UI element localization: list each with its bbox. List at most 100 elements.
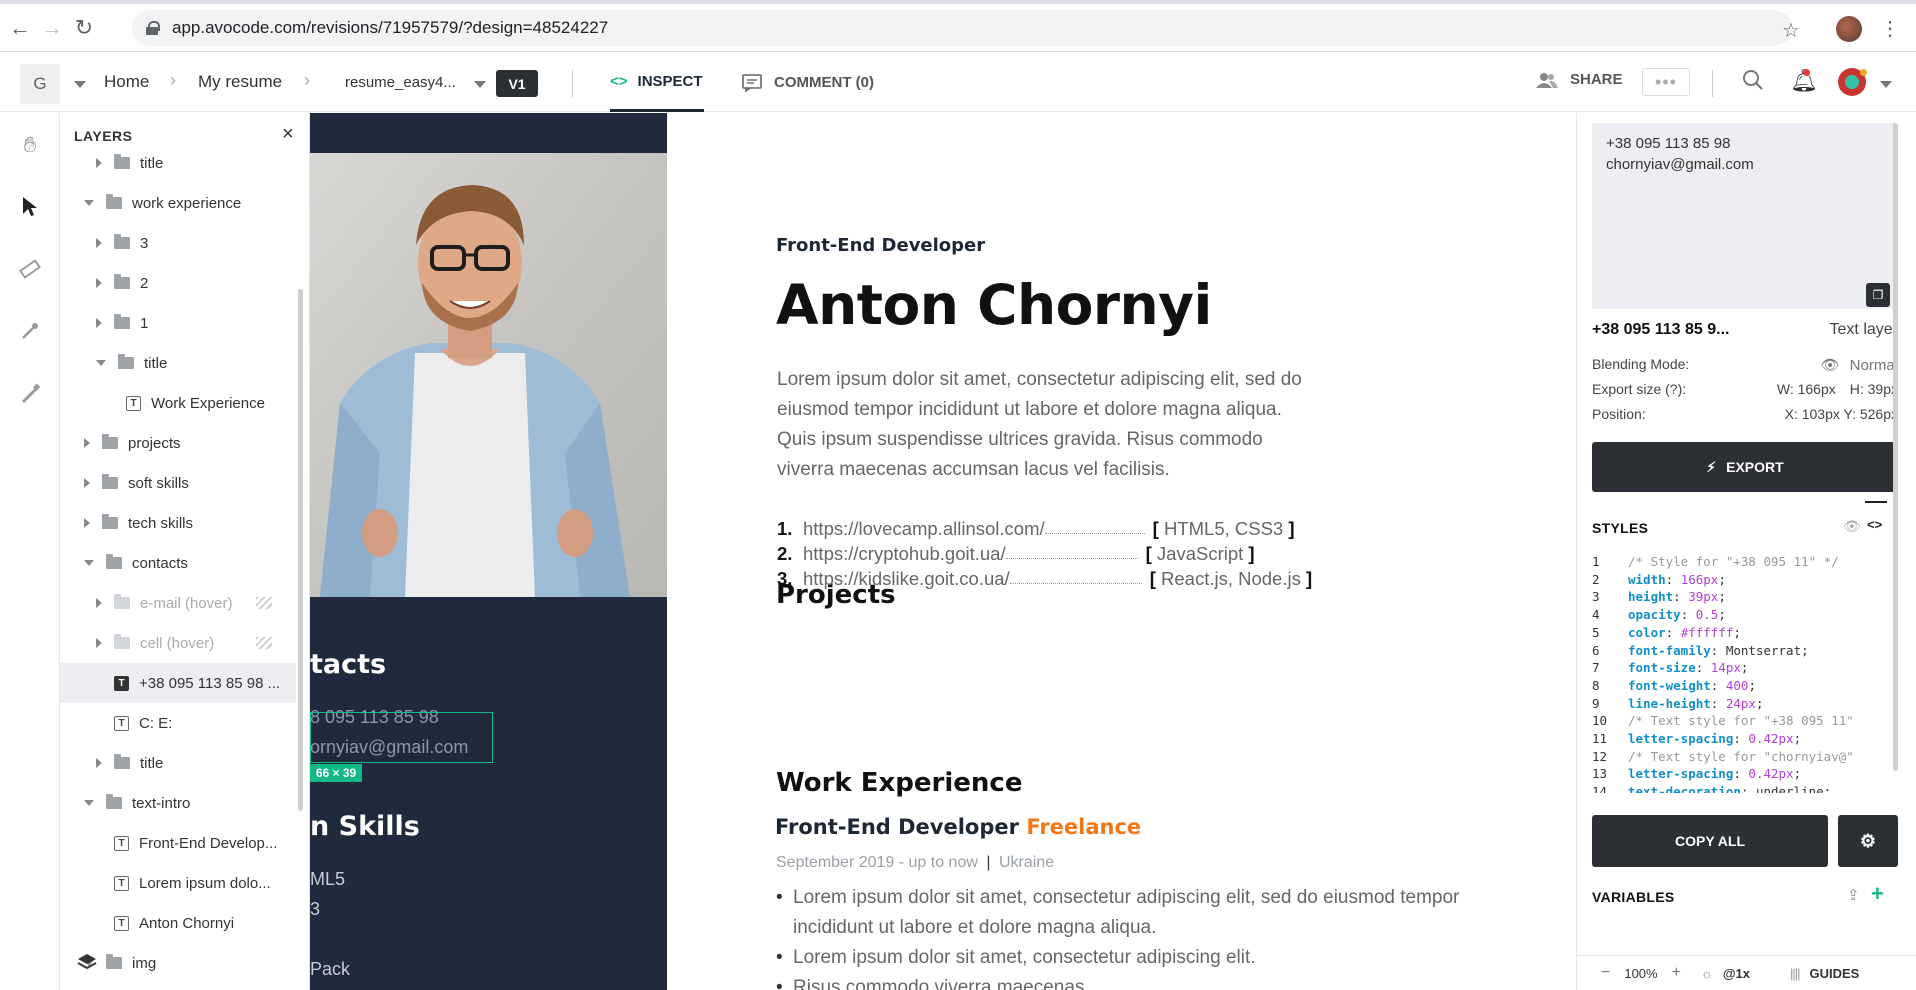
layer-item[interactable]: work experience [60,183,296,223]
ruler-icon[interactable] [14,253,46,285]
resume-intro[interactable]: Lorem ipsum dolor sit amet, consectetur … [777,365,1317,485]
tab-inspect[interactable]: <> INSPECT [610,53,704,112]
chevron-down-icon[interactable] [84,200,94,206]
address-bar[interactable]: app.avocode.com/revisions/71957579/?desi… [132,10,1792,46]
code-view-icon[interactable]: <> [1867,517,1882,532]
layer-item[interactable]: tech skills [60,503,296,543]
layers-scrollbar[interactable] [298,289,303,811]
resume-role[interactable]: Front-End Developer [776,235,985,256]
bookmark-star-icon[interactable]: ☆ [1782,18,1800,43]
chevron-right-icon[interactable] [84,478,90,488]
chevron-right-icon[interactable] [84,518,90,528]
chevron-right-icon[interactable] [96,318,102,328]
sidebar-contacts-heading[interactable]: tacts [310,649,386,680]
export-button[interactable]: ⚡︎ EXPORT [1592,442,1898,492]
hidden-layer-icon[interactable] [256,597,272,609]
breadcrumb-home[interactable]: Home [104,72,149,92]
sidebar-skill-item[interactable]: ML5 [310,869,345,890]
layer-item[interactable]: e-mail (hover) [60,583,296,623]
sidebar-skill-item[interactable]: 3 [310,899,320,920]
chevron-down-icon[interactable] [96,360,106,366]
copy-all-button[interactable]: COPY ALL [1592,815,1828,867]
layers-stack-icon[interactable] [76,951,98,973]
project-link[interactable]: https://lovecamp.allinsol.com/ [803,518,1045,540]
tab-comment[interactable]: COMMENT (0) [742,53,874,112]
job-bullet[interactable]: Lorem ipsum dolor sit amet, consectetur … [776,883,1536,943]
layer-item[interactable]: T Anton Chornyi [60,903,296,943]
chevron-right-icon[interactable] [96,638,102,648]
sidebar-skill-item[interactable]: Pack [310,959,350,980]
zoom-level[interactable]: 100% [1624,966,1657,981]
chevron-right-icon[interactable] [96,278,102,288]
project-switcher-button[interactable]: G [20,64,60,104]
scale-value[interactable]: @1x [1723,966,1750,981]
layer-item[interactable]: T C: E: [60,703,296,743]
job-meta[interactable]: September 2019 - up to now | Ukraine [776,854,1054,872]
chevron-right-icon[interactable] [96,758,102,768]
resume-name[interactable]: Anton Chornyi [776,273,1212,337]
sidebar-skills-heading[interactable]: n Skills [310,811,420,842]
guides-toggle[interactable]: GUIDES [1810,966,1860,981]
color-picker-icon[interactable] [14,315,46,347]
chevron-right-icon[interactable] [96,598,102,608]
chevron-down-icon[interactable] [84,560,94,566]
work-experience-heading[interactable]: Work Experience [776,768,1022,798]
eye-icon[interactable]: 👁︎ [1821,356,1840,374]
layer-item[interactable]: text-intro [60,783,296,823]
brightness-icon[interactable]: ☼ [1701,966,1713,981]
share-button[interactable]: SHARE [1536,71,1623,88]
select-pointer-icon[interactable] [14,191,46,223]
layer-item[interactable]: cell (hover) [60,623,296,663]
chevron-right-icon[interactable] [96,238,102,248]
job-title[interactable]: Front-End Developer Freelance [775,815,1141,839]
layer-item[interactable]: 2 [60,263,296,303]
chevron-down-icon[interactable] [74,81,86,88]
project-link[interactable]: https://kidslike.goit.co.ua/ [803,568,1010,590]
chevron-down-icon[interactable] [84,800,94,806]
layer-item[interactable]: projects [60,423,296,463]
zoom-in-icon[interactable]: + [1672,964,1681,982]
hidden-layer-icon[interactable] [256,637,272,649]
layer-item[interactable]: T Work Experience [60,383,296,423]
layer-item[interactable]: 1 [60,303,296,343]
design-canvas[interactable]: tacts 8 095 113 85 98 ornyiav@gmail.com … [310,113,1576,990]
job-bullet[interactable]: Risus commodo viverra maecenas [776,973,1536,990]
layer-item[interactable]: soft skills [60,463,296,503]
add-variable-icon[interactable]: + [1871,881,1884,907]
settings-gear-button[interactable]: ⚙︎ [1838,815,1898,867]
project-row[interactable]: 3. https://kidslike.goit.co.ua/ [ React.js… [777,564,1417,594]
browser-profile-avatar[interactable] [1836,16,1862,42]
layer-item[interactable]: T +38 095 113 85 98 ... [60,663,296,703]
reload-icon[interactable]: ↻ [64,8,104,48]
layer-item[interactable]: contacts [60,543,296,583]
search-icon[interactable] [1742,69,1764,91]
brush-icon[interactable] [14,377,46,409]
text-content-box[interactable]: +38 095 113 85 98 chornyiav@gmail.com ❐ [1592,123,1898,309]
address-url[interactable]: app.avocode.com/revisions/71957579/?desi… [172,18,608,38]
hand-tool-icon[interactable]: ✋︎ [14,129,46,161]
inspector-scrollbar[interactable] [1893,123,1898,771]
version-badge[interactable]: V1 [496,70,538,97]
layer-item[interactable]: title [60,743,296,783]
more-options-button[interactable]: ••• [1642,68,1690,96]
layer-item[interactable]: T Front-End Develop... [60,823,296,863]
profile-photo[interactable] [310,153,667,597]
css-code-block[interactable]: 1 /* Style for "+38 095 11" */ 2 width: 166… [1592,553,1912,793]
breadcrumb-my-resume[interactable]: My resume [198,72,282,92]
eye-icon[interactable]: 👁︎ [1843,518,1861,535]
chevron-right-icon[interactable] [96,158,102,168]
layer-item[interactable]: 3 [60,223,296,263]
project-link[interactable]: https://cryptohub.goit.ua/ [803,543,1006,565]
layer-item[interactable]: title [60,343,296,383]
copy-icon[interactable]: ❐ [1866,283,1890,307]
chevron-right-icon[interactable] [84,438,90,448]
job-bullet[interactable]: Lorem ipsum dolor sit amet, consectetur … [776,943,1536,973]
layer-item[interactable]: T Lorem ipsum dolo... [60,863,296,903]
layer-item[interactable]: title [60,143,296,183]
browser-menu-icon[interactable]: ⋮ [1880,16,1900,41]
chevron-down-icon[interactable] [1880,81,1892,88]
breadcrumb-design[interactable]: resume_easy4... [345,74,456,91]
chevron-down-icon[interactable] [474,81,486,88]
zoom-out-icon[interactable]: − [1601,964,1610,982]
guides-icon[interactable]: |||| [1790,966,1800,981]
